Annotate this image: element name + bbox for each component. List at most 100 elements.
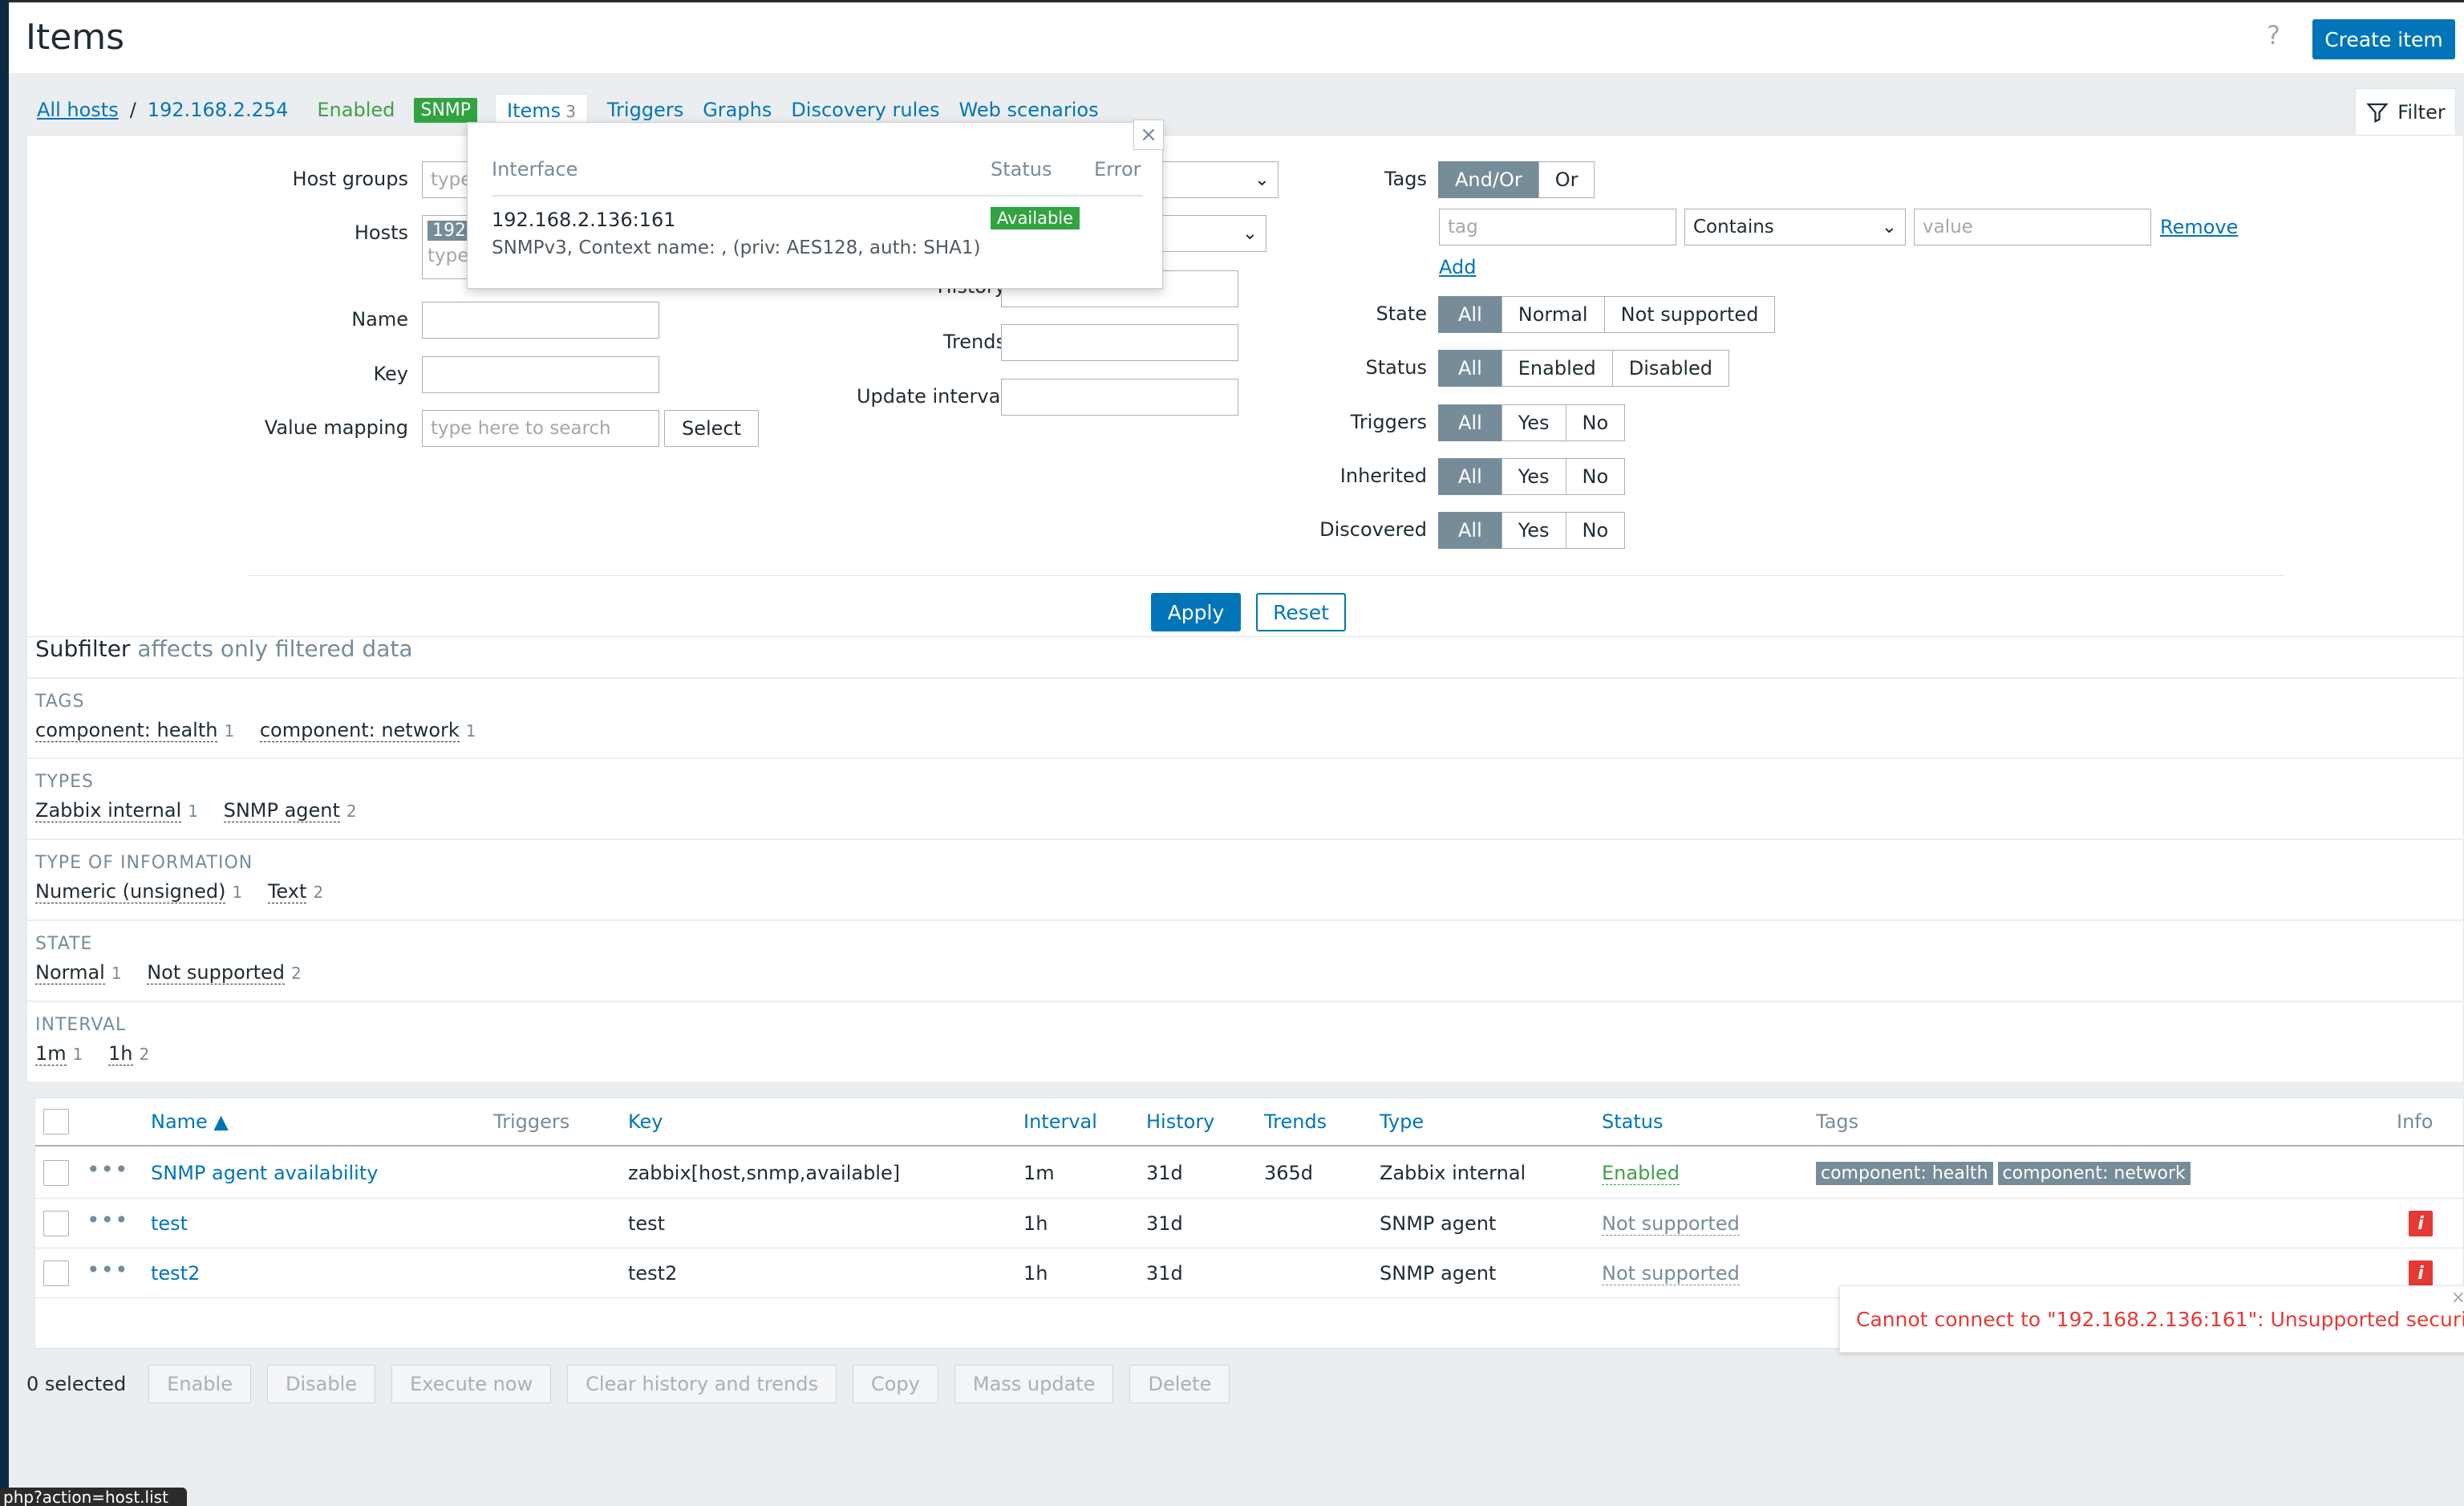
subfilter-panel: Subfilter affects only filtered data TAG… bbox=[26, 635, 2464, 1083]
tag-badge[interactable]: component: health bbox=[1816, 1161, 1993, 1185]
column-interval[interactable]: Interval bbox=[1023, 1098, 1097, 1145]
breadcrumb-separator: / bbox=[129, 99, 136, 121]
filter-tab[interactable]: Filter bbox=[2355, 88, 2456, 135]
tag-badge[interactable]: component: network bbox=[1997, 1161, 2190, 1185]
state-all[interactable]: All bbox=[1438, 296, 1502, 333]
key-input[interactable] bbox=[422, 356, 659, 393]
add-tag-link[interactable]: Add bbox=[1439, 256, 1476, 278]
tag-value-input[interactable]: value bbox=[1914, 209, 2151, 246]
tab-graphs[interactable]: Graphs bbox=[703, 99, 772, 121]
row-checkbox[interactable] bbox=[43, 1260, 69, 1286]
item-interval: 1h bbox=[1023, 1212, 1048, 1235]
triggers-all[interactable]: All bbox=[1438, 404, 1502, 441]
state-label: State bbox=[1376, 302, 1427, 325]
row-checkbox[interactable] bbox=[43, 1160, 69, 1186]
item-status-toggle[interactable]: Not supported bbox=[1602, 1248, 1740, 1298]
item-history: 31d bbox=[1146, 1162, 1183, 1184]
subfilter-value[interactable]: component: health bbox=[35, 719, 218, 742]
selected-count: 0 selected bbox=[26, 1373, 127, 1395]
column-history[interactable]: History bbox=[1146, 1098, 1214, 1145]
state-normal[interactable]: Normal bbox=[1501, 296, 1605, 333]
host-link[interactable]: 192.168.2.254 bbox=[148, 99, 289, 121]
inherited-all[interactable]: All bbox=[1438, 458, 1502, 495]
tags-andor-option[interactable]: And/Or bbox=[1438, 161, 1539, 198]
create-item-button[interactable]: Create item bbox=[2312, 19, 2455, 59]
subfilter-value[interactable]: 1m bbox=[35, 1042, 67, 1066]
tab-discovery-rules[interactable]: Discovery rules bbox=[791, 99, 939, 121]
tab-triggers[interactable]: Triggers bbox=[607, 99, 683, 121]
item-type: SNMP agent bbox=[1380, 1212, 1497, 1235]
close-icon[interactable]: × bbox=[2451, 1288, 2464, 1308]
column-type[interactable]: Type bbox=[1380, 1098, 1424, 1145]
copy-button[interactable]: Copy bbox=[852, 1365, 938, 1403]
subfilter-value[interactable]: SNMP agent bbox=[223, 799, 340, 822]
tags-or-option[interactable]: Or bbox=[1538, 161, 1595, 198]
triggers-no[interactable]: No bbox=[1565, 404, 1626, 441]
inherited-options: All Yes No bbox=[1438, 458, 1626, 495]
item-name-link[interactable]: test2 bbox=[151, 1248, 200, 1298]
subfilter-heading: TAGS bbox=[35, 692, 85, 712]
close-icon[interactable]: × bbox=[1133, 120, 1164, 150]
row-menu-icon[interactable]: ••• bbox=[87, 1207, 129, 1233]
value-mapping-select-button[interactable]: Select bbox=[664, 410, 759, 447]
disable-button[interactable]: Disable bbox=[266, 1365, 375, 1403]
all-hosts-link[interactable]: All hosts bbox=[37, 99, 119, 121]
apply-button[interactable]: Apply bbox=[1151, 593, 1241, 631]
tag-operator-select[interactable]: Contains ⌄ bbox=[1684, 209, 1906, 246]
select-all-checkbox[interactable] bbox=[43, 1109, 69, 1135]
mass-update-button[interactable]: Mass update bbox=[954, 1365, 1114, 1403]
delete-button[interactable]: Delete bbox=[1129, 1365, 1230, 1403]
column-status[interactable]: Status bbox=[1602, 1098, 1663, 1145]
status-enabled[interactable]: Enabled bbox=[1501, 350, 1613, 387]
name-input[interactable] bbox=[422, 302, 659, 339]
item-name-link[interactable]: test bbox=[151, 1199, 188, 1248]
subfilter-value[interactable]: Numeric (unsigned) bbox=[35, 880, 226, 903]
subfilter-value[interactable]: Not supported bbox=[147, 961, 286, 984]
info-error-icon[interactable]: i bbox=[2409, 1211, 2433, 1236]
discovered-all[interactable]: All bbox=[1438, 512, 1502, 549]
column-name[interactable]: Name ▲ bbox=[151, 1098, 229, 1145]
execute-now-button[interactable]: Execute now bbox=[391, 1365, 552, 1403]
item-name-link[interactable]: SNMP agent availability bbox=[151, 1148, 378, 1198]
host-status-enabled[interactable]: Enabled bbox=[317, 99, 395, 121]
tab-web-scenarios[interactable]: Web scenarios bbox=[959, 99, 1099, 121]
info-type-select[interactable]: ⌄ bbox=[1162, 215, 1266, 252]
hosts-input[interactable]: type bbox=[428, 246, 468, 266]
state-options: All Normal Not supported bbox=[1438, 296, 1776, 333]
remove-tag-link[interactable]: Remove bbox=[2160, 216, 2238, 238]
inherited-no[interactable]: No bbox=[1565, 458, 1626, 495]
row-checkbox[interactable] bbox=[43, 1211, 69, 1236]
row-menu-icon[interactable]: ••• bbox=[87, 1256, 129, 1283]
item-status-toggle[interactable]: Not supported bbox=[1602, 1199, 1740, 1248]
value-mapping-input[interactable]: type here to search bbox=[422, 410, 659, 447]
help-icon[interactable]: ? bbox=[2267, 20, 2280, 51]
status-disabled[interactable]: Disabled bbox=[1611, 350, 1730, 387]
subfilter-value[interactable]: Zabbix internal bbox=[35, 799, 182, 822]
discovered-no[interactable]: No bbox=[1565, 512, 1626, 549]
enable-button[interactable]: Enable bbox=[148, 1365, 251, 1403]
triggers-yes[interactable]: Yes bbox=[1501, 404, 1566, 441]
subfilter-value[interactable]: 1h bbox=[108, 1042, 133, 1066]
column-trends[interactable]: Trends bbox=[1264, 1098, 1327, 1145]
triggers-label: Triggers bbox=[1350, 411, 1427, 433]
header-divider bbox=[35, 1145, 2464, 1147]
subfilter-value[interactable]: Text bbox=[267, 880, 307, 903]
item-history: 31d bbox=[1146, 1212, 1183, 1235]
reset-button[interactable]: Reset bbox=[1256, 593, 1346, 631]
discovered-yes[interactable]: Yes bbox=[1501, 512, 1566, 549]
value-mapping-label: Value mapping bbox=[264, 416, 408, 439]
column-key[interactable]: Key bbox=[628, 1098, 663, 1145]
clear-history-button[interactable]: Clear history and trends bbox=[567, 1365, 837, 1403]
column-triggers: Triggers bbox=[493, 1110, 570, 1133]
snmp-availability-badge[interactable]: SNMP bbox=[414, 97, 478, 123]
info-error-icon[interactable]: i bbox=[2409, 1260, 2433, 1286]
row-menu-icon[interactable]: ••• bbox=[87, 1156, 129, 1183]
item-trends: 365d bbox=[1264, 1162, 1314, 1184]
subfilter-value[interactable]: component: network bbox=[259, 719, 460, 742]
status-all[interactable]: All bbox=[1438, 350, 1502, 387]
subfilter-value[interactable]: Normal bbox=[35, 961, 105, 984]
tag-input[interactable]: tag bbox=[1439, 209, 1676, 246]
item-status-toggle[interactable]: Enabled bbox=[1602, 1148, 1680, 1198]
state-not-supported[interactable]: Not supported bbox=[1603, 296, 1776, 333]
inherited-yes[interactable]: Yes bbox=[1501, 458, 1566, 495]
